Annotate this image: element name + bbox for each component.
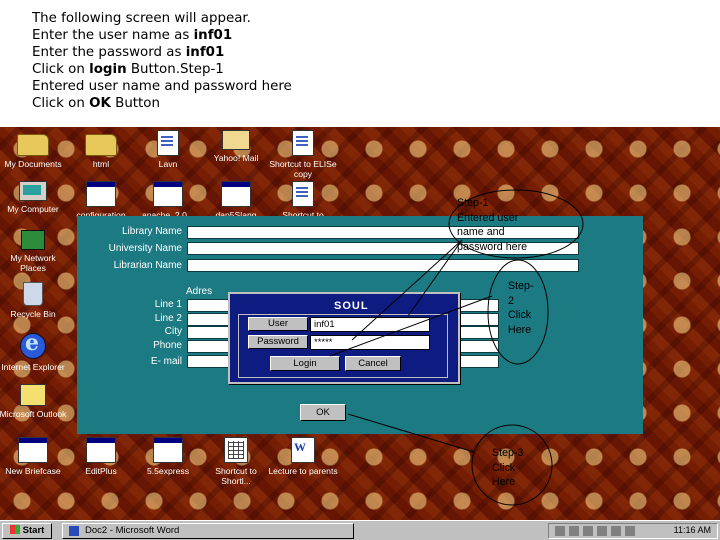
step2-pointer-line xyxy=(329,295,493,357)
windows-logo-icon xyxy=(9,525,20,534)
step3-callout: Step-3 Click Here xyxy=(492,447,524,488)
taskbar-clock: 11:16 AM xyxy=(673,525,711,535)
step3-pointer-line xyxy=(347,413,475,453)
tray-icon[interactable] xyxy=(597,526,607,536)
tray-icon[interactable] xyxy=(583,526,593,536)
start-button[interactable]: Start xyxy=(2,523,52,539)
tray-icon[interactable] xyxy=(555,526,565,536)
step2-callout: Step- 2 Click Here xyxy=(508,280,534,336)
step1-pointer-line xyxy=(351,239,463,341)
taskbar: Start Doc2 - Microsoft Word 11:16 AM xyxy=(0,520,720,540)
step1-pointer-line xyxy=(407,239,463,317)
tray-icon[interactable] xyxy=(569,526,579,536)
tray-icon[interactable] xyxy=(611,526,621,536)
callout-annotations xyxy=(329,189,584,506)
word-icon xyxy=(69,526,79,536)
system-tray: 11:16 AM xyxy=(548,523,718,539)
step1-callout: Step-1 Entered user name and password he… xyxy=(457,197,528,253)
taskbar-item-doc2[interactable]: Doc2 - Microsoft Word xyxy=(62,523,354,539)
tray-icon[interactable] xyxy=(625,526,635,536)
